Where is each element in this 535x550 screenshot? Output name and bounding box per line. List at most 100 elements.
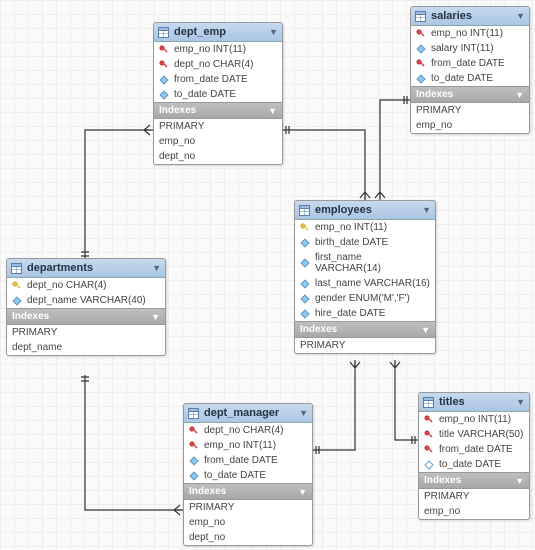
column-row[interactable]: emp_no INT(11) xyxy=(295,220,435,235)
diamond-icon xyxy=(12,296,22,306)
column-row[interactable]: last_name VARCHAR(16) xyxy=(295,276,435,291)
diamond-icon xyxy=(300,279,310,289)
indexes-section-header[interactable]: Indexes▼ xyxy=(411,86,529,103)
key-icon xyxy=(159,45,169,55)
index-row[interactable]: PRIMARY xyxy=(184,500,312,515)
column-row[interactable]: emp_no INT(11) xyxy=(411,26,529,41)
column-row[interactable]: birth_date DATE xyxy=(295,235,435,250)
index-row[interactable]: dept_no xyxy=(154,149,282,164)
key-icon xyxy=(12,281,22,291)
entity-header[interactable]: dept_emp ▼ xyxy=(154,23,282,42)
chevron-down-icon: ▼ xyxy=(515,476,524,486)
column-label: last_name VARCHAR(16) xyxy=(315,278,430,289)
column-row[interactable]: from_date DATE xyxy=(184,453,312,468)
column-row[interactable]: to_date DATE xyxy=(411,71,529,86)
entity-header[interactable]: departments ▼ xyxy=(7,259,165,278)
table-icon xyxy=(188,408,199,419)
entity-employees[interactable]: employees ▼ emp_no INT(11)birth_date DATE f… xyxy=(294,200,436,354)
index-row[interactable]: emp_no xyxy=(419,504,529,519)
column-label: gender ENUM('M','F') xyxy=(315,293,410,304)
entity-dept_emp[interactable]: dept_emp ▼ emp_no INT(11) dept_no CHAR(4) fr… xyxy=(153,22,283,165)
entity-dept_manager[interactable]: dept_manager▼ dept_no CHAR(4) emp_no INT(1… xyxy=(183,403,313,546)
chevron-down-icon: ▼ xyxy=(516,397,525,407)
entity-title: dept_emp xyxy=(174,26,226,38)
column-row[interactable]: to_date DATE xyxy=(184,468,312,483)
index-row[interactable]: emp_no xyxy=(154,134,282,149)
column-label: first_name VARCHAR(14) xyxy=(315,252,430,274)
diamond-icon xyxy=(159,75,169,85)
index-row[interactable]: PRIMARY xyxy=(419,489,529,504)
column-label: title VARCHAR(50) xyxy=(439,429,523,440)
index-row[interactable]: PRIMARY xyxy=(295,338,435,353)
column-row[interactable]: emp_no INT(11) xyxy=(419,412,529,427)
column-row[interactable]: dept_no CHAR(4) xyxy=(154,57,282,72)
column-label: dept_name VARCHAR(40) xyxy=(27,295,146,306)
column-row[interactable]: emp_no INT(11) xyxy=(154,42,282,57)
column-row[interactable]: hire_date DATE xyxy=(295,306,435,321)
indexes-section-header[interactable]: Indexes▼ xyxy=(7,308,165,325)
column-label: from_date DATE xyxy=(431,58,505,69)
indexes-label: Indexes xyxy=(189,486,226,497)
chevron-down-icon: ▼ xyxy=(152,263,161,273)
column-row[interactable]: to_date DATE xyxy=(419,457,529,472)
column-row[interactable]: salary INT(11) xyxy=(411,41,529,56)
index-row[interactable]: emp_no xyxy=(184,515,312,530)
entity-title: titles xyxy=(439,396,465,408)
diamond-icon xyxy=(416,44,426,54)
entity-header[interactable]: dept_manager▼ xyxy=(184,404,312,423)
column-label: hire_date DATE xyxy=(315,308,385,319)
key-icon xyxy=(416,29,426,39)
column-row[interactable]: from_date DATE xyxy=(419,442,529,457)
key-icon xyxy=(189,441,199,451)
entity-title: dept_manager xyxy=(204,407,279,419)
diamond-icon xyxy=(189,456,199,466)
column-label: from_date DATE xyxy=(174,74,248,85)
column-row[interactable]: dept_no CHAR(4) xyxy=(184,423,312,438)
indexes-section-header[interactable]: Indexes▼ xyxy=(419,472,529,489)
column-row[interactable]: title VARCHAR(50) xyxy=(419,427,529,442)
entity-title: departments xyxy=(27,262,93,274)
column-label: to_date DATE xyxy=(204,470,266,481)
entity-header[interactable]: employees ▼ xyxy=(295,201,435,220)
column-label: from_date DATE xyxy=(439,444,513,455)
column-row[interactable]: dept_no CHAR(4) xyxy=(7,278,165,293)
entity-salaries[interactable]: salaries ▼ emp_no INT(11)salary INT(11) fro… xyxy=(410,6,530,134)
column-label: emp_no INT(11) xyxy=(174,44,246,55)
column-row[interactable]: first_name VARCHAR(14) xyxy=(295,250,435,276)
chevron-down-icon: ▼ xyxy=(516,11,525,21)
column-label: dept_no CHAR(4) xyxy=(204,425,283,436)
index-row[interactable]: dept_name xyxy=(7,340,165,355)
column-row[interactable]: emp_no INT(11) xyxy=(184,438,312,453)
column-row[interactable]: from_date DATE xyxy=(154,72,282,87)
diamond-icon xyxy=(189,471,199,481)
column-row[interactable]: to_date DATE xyxy=(154,87,282,102)
key-icon xyxy=(416,59,426,69)
column-row[interactable]: dept_name VARCHAR(40) xyxy=(7,293,165,308)
entity-title: salaries xyxy=(431,10,472,22)
table-icon xyxy=(423,397,434,408)
key-icon xyxy=(424,430,434,440)
column-row[interactable]: gender ENUM('M','F') xyxy=(295,291,435,306)
key-icon xyxy=(189,426,199,436)
entity-header[interactable]: titles ▼ xyxy=(419,393,529,412)
diamond-icon xyxy=(159,90,169,100)
indexes-section-header[interactable]: Indexes▼ xyxy=(184,483,312,500)
indexes-section-header[interactable]: Indexes▼ xyxy=(154,102,282,119)
indexes-label: Indexes xyxy=(159,105,196,116)
index-row[interactable]: PRIMARY xyxy=(7,325,165,340)
entity-header[interactable]: salaries ▼ xyxy=(411,7,529,26)
index-row[interactable]: PRIMARY xyxy=(411,103,529,118)
diamond-icon xyxy=(424,460,434,470)
indexes-section-header[interactable]: Indexes▼ xyxy=(295,321,435,338)
chevron-down-icon: ▼ xyxy=(151,312,160,322)
key-icon xyxy=(424,415,434,425)
entity-departments[interactable]: departments ▼ dept_no CHAR(4) dept_name VAR… xyxy=(6,258,166,356)
column-row[interactable]: from_date DATE xyxy=(411,56,529,71)
entity-title: employees xyxy=(315,204,372,216)
index-row[interactable]: dept_no xyxy=(184,530,312,545)
index-row[interactable]: PRIMARY xyxy=(154,119,282,134)
chevron-down-icon: ▼ xyxy=(422,205,431,215)
entity-titles[interactable]: titles ▼ emp_no INT(11) title VARCHAR(50) fr… xyxy=(418,392,530,520)
index-row[interactable]: emp_no xyxy=(411,118,529,133)
chevron-down-icon: ▼ xyxy=(269,27,278,37)
